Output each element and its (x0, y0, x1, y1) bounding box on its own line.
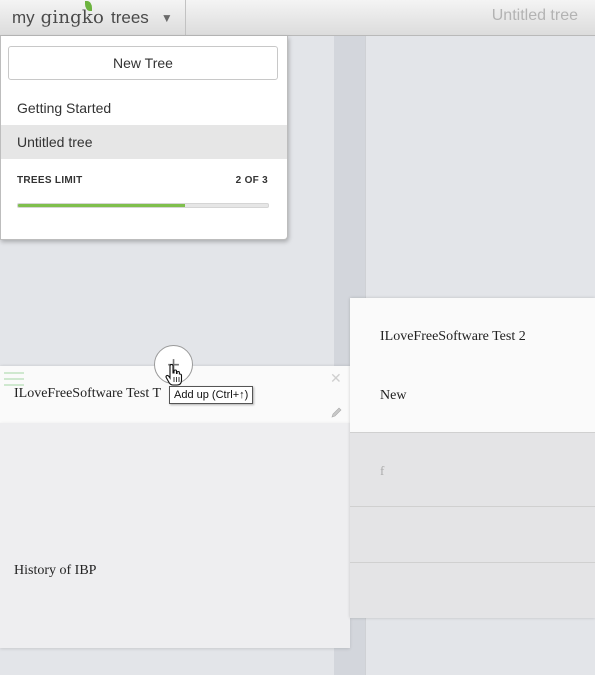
card-text-line: New (380, 388, 407, 403)
tree-item-untitled-tree[interactable]: Untitled tree (1, 125, 287, 159)
card[interactable]: f (350, 432, 595, 506)
trees-menu-toggle[interactable]: my gingko trees ▼ (0, 0, 186, 35)
trees-limit-count: 2 OF 3 (235, 175, 268, 186)
card-text-line: f (380, 463, 385, 478)
pencil-icon[interactable] (330, 406, 343, 419)
trees-limit-progress (17, 203, 269, 208)
new-tree-button[interactable]: New Tree (8, 46, 278, 80)
logo-trees: trees (111, 7, 149, 27)
logo-my: my (12, 7, 35, 27)
card-text-line: ILoveFreeSoftware Test 2 (380, 329, 526, 344)
card-text: History of IBP (14, 563, 97, 578)
close-icon[interactable]: ✕ (330, 370, 342, 387)
top-bar: my gingko trees ▼ Untitled tree (0, 0, 595, 36)
tree-item-getting-started[interactable]: Getting Started (1, 91, 287, 125)
logo-gingko: gingko (40, 1, 105, 28)
trees-dropdown: New Tree Getting Started Untitled tree T… (0, 36, 288, 240)
card[interactable] (350, 562, 595, 618)
trees-limit-progress-fill (18, 204, 185, 207)
child-cards: ILoveFreeSoftware Test 2 New f (350, 298, 595, 618)
add-up-tooltip: Add up (Ctrl+↑) (169, 386, 254, 404)
hand-cursor-icon (165, 364, 183, 386)
card[interactable]: History of IBP (0, 423, 350, 648)
card[interactable] (350, 506, 595, 562)
logo-gingko-text: gingko (40, 7, 105, 28)
document-title[interactable]: Untitled tree (492, 7, 578, 25)
card-text: ILoveFreeSoftware Test T (14, 386, 162, 401)
drag-handle-icon[interactable] (4, 372, 24, 386)
trees-limit-label: TREES LIMIT (17, 175, 83, 186)
caret-down-icon: ▼ (160, 10, 173, 25)
card[interactable]: ILoveFreeSoftware Test 2 New (350, 298, 595, 432)
